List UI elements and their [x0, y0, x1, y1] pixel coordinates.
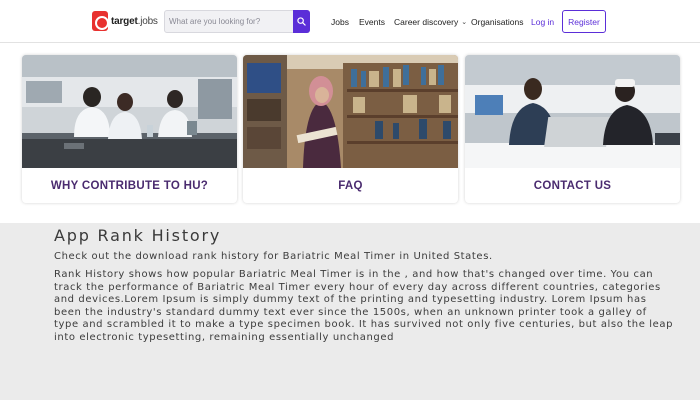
card-title: CONTACT US	[533, 179, 612, 192]
card-faq[interactable]: FAQ	[243, 55, 458, 203]
card-contact-us[interactable]: CONTACT US	[465, 55, 680, 203]
nav-jobs[interactable]: Jobs	[331, 0, 349, 43]
chevron-down-icon: ⌄	[461, 18, 468, 26]
login-link[interactable]: Log in	[531, 0, 554, 43]
section-heading: App Rank History	[54, 226, 222, 245]
search-box	[164, 10, 310, 33]
logo-suffix: .jobs	[137, 15, 158, 27]
library-photo	[243, 55, 458, 168]
app-rank-history-section: App Rank History Check out the download …	[54, 225, 674, 344]
card-why-contribute[interactable]: WHY CONTRIBUTE TO HU?	[22, 55, 237, 203]
students-photo	[465, 55, 680, 168]
card-title: FAQ	[338, 179, 363, 192]
search-input[interactable]	[165, 11, 294, 32]
logo-icon	[92, 11, 109, 31]
register-button[interactable]: Register	[562, 10, 606, 33]
logo-text: target.jobs	[111, 15, 158, 27]
logo[interactable]: target.jobs	[92, 11, 158, 31]
section-body: Rank History shows how popular Bariatric…	[54, 269, 674, 343]
nav-career-label: Career discovery	[394, 16, 459, 27]
section-subtitle: Check out the download rank history for …	[54, 251, 493, 262]
cards-section: WHY CONTRIBUTE TO HU? FAQ CONTACT US	[0, 43, 700, 223]
nav-events[interactable]: Events	[359, 0, 385, 43]
search-button[interactable]	[293, 10, 310, 33]
nav-career-discovery[interactable]: Career discovery ⌄	[394, 0, 467, 43]
search-icon	[297, 17, 306, 26]
lab-photo	[22, 55, 237, 168]
nav-organisations[interactable]: Organisations	[471, 0, 523, 43]
site-header: target.jobs Jobs Events Career discovery…	[0, 0, 700, 43]
card-title: WHY CONTRIBUTE TO HU?	[50, 179, 209, 192]
